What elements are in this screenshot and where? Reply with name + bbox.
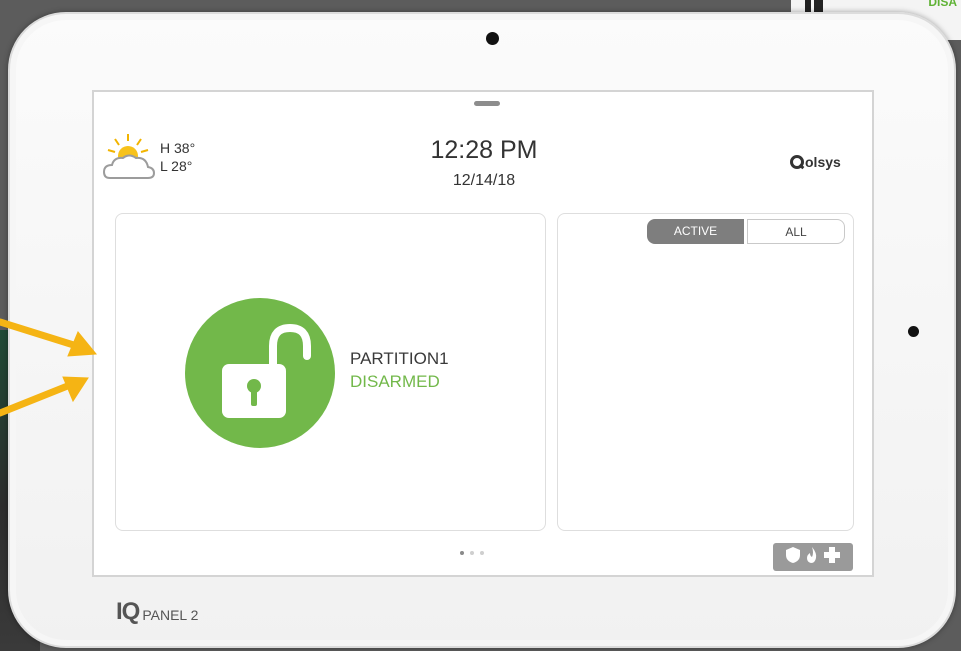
page-indicator [460, 551, 484, 555]
fire-icon [805, 546, 819, 569]
partition-status-card: PARTITION1 DISARMED [115, 213, 546, 531]
plus-icon [823, 546, 841, 569]
brand-label: PANEL 2 [142, 607, 199, 623]
arm-disarm-button[interactable] [185, 298, 335, 448]
pull-down-handle[interactable] [474, 101, 500, 106]
touch-screen: H 38° L 28° 12:28 PM 12/14/18 olsys PART… [92, 90, 874, 577]
logo-mark-icon [790, 155, 804, 169]
device-brand: IQ PANEL 2 [116, 598, 198, 626]
background-corner-text: DISA [928, 0, 957, 9]
partition-status: DISARMED [350, 372, 440, 391]
emergency-button[interactable] [773, 543, 853, 571]
weather-low: L 28° [160, 158, 193, 174]
callout-arrows [0, 318, 97, 417]
unlocked-padlock-icon [222, 323, 311, 418]
side-sensor [908, 326, 919, 337]
page-dot-2[interactable] [470, 551, 474, 555]
clock-time: 12:28 PM [430, 136, 538, 164]
panel-device: IQ PANEL 2 H 38° L 28° 12:28 PM 12/14/18 [8, 12, 956, 648]
weather-high: H 38° [160, 140, 196, 156]
brand-prefix: IQ [116, 598, 140, 625]
logo-word: olsys [805, 154, 841, 170]
front-camera [486, 32, 499, 45]
page-dot-3[interactable] [480, 551, 484, 555]
partly-cloudy-icon [102, 132, 156, 184]
page-dot-1[interactable] [460, 551, 464, 555]
partition-name: PARTITION1 [350, 349, 449, 368]
events-card: ACTIVE ALL [557, 213, 854, 531]
tab-active[interactable]: ACTIVE [647, 219, 744, 244]
tab-all[interactable]: ALL [747, 219, 845, 244]
clock-date: 12/14/18 [452, 172, 516, 189]
shield-icon [785, 546, 801, 569]
qolsys-logo: olsys [790, 154, 841, 170]
